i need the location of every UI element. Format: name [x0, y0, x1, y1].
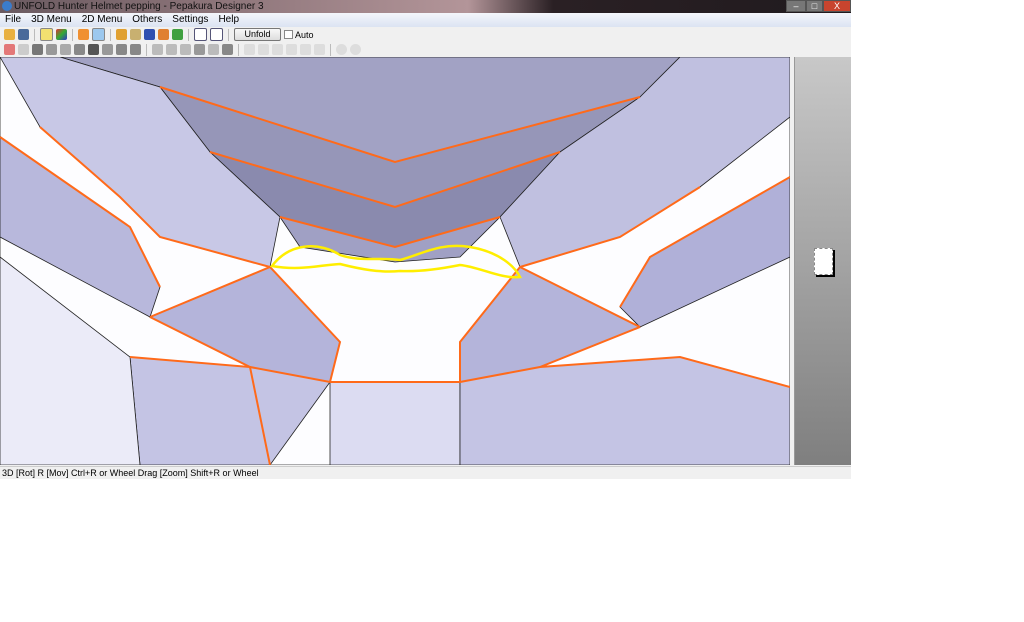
separator: [110, 28, 111, 41]
2d-viewport[interactable]: [794, 57, 851, 465]
split-view-icon[interactable]: [194, 28, 207, 41]
unfold-button[interactable]: Unfold: [234, 28, 281, 41]
menu-help[interactable]: Help: [213, 13, 244, 27]
select-icon[interactable]: [172, 29, 183, 40]
auto-checkbox[interactable]: Auto: [284, 30, 314, 40]
arrange-icon[interactable]: [166, 44, 177, 55]
separator: [330, 43, 331, 56]
title-bar: UNFOLD Hunter Helmet pepping - Pepakura …: [0, 0, 851, 13]
text-box-icon[interactable]: [208, 44, 219, 55]
toolbar-main: Unfold Auto: [0, 27, 851, 42]
separator: [72, 28, 73, 41]
menu-settings[interactable]: Settings: [167, 13, 213, 27]
cylinder-icon[interactable]: [130, 29, 141, 40]
separator: [188, 28, 189, 41]
image-icon[interactable]: [88, 44, 99, 55]
3d-viewport[interactable]: [0, 57, 790, 465]
minimize-button[interactable]: –: [786, 0, 806, 12]
align-center-icon[interactable]: [258, 44, 269, 55]
edit-icon[interactable]: [32, 44, 43, 55]
flap-icon[interactable]: [46, 44, 57, 55]
save-icon[interactable]: [18, 29, 29, 40]
text-icon[interactable]: [74, 44, 85, 55]
redo-icon[interactable]: [130, 44, 141, 55]
auto-label: Auto: [295, 29, 314, 40]
menu-2d[interactable]: 2D Menu: [77, 13, 128, 27]
cylinder-2d-icon[interactable]: [60, 44, 71, 55]
zoom-fit-icon[interactable]: [152, 44, 163, 55]
separator: [34, 28, 35, 41]
app-window: UNFOLD Hunter Helmet pepping - Pepakura …: [0, 0, 851, 479]
print-icon[interactable]: [222, 44, 233, 55]
select-2d-icon[interactable]: [4, 44, 15, 55]
window-title: UNFOLD Hunter Helmet pepping - Pepakura …: [14, 1, 264, 12]
status-bar: 3D [Rot] R [Mov] Ctrl+R or Wheel Drag [Z…: [0, 466, 851, 479]
menu-others[interactable]: Others: [127, 13, 167, 27]
move-icon[interactable]: [18, 44, 29, 55]
close-button[interactable]: X: [823, 0, 851, 12]
hand-icon[interactable]: [102, 44, 113, 55]
toolbar-2d: [0, 42, 851, 57]
align-middle-icon[interactable]: [300, 44, 311, 55]
pencil-icon[interactable]: [116, 29, 127, 40]
menu-file[interactable]: File: [0, 13, 26, 27]
light-icon[interactable]: [40, 28, 53, 41]
maximize-button[interactable]: □: [806, 0, 823, 12]
separator: [228, 28, 229, 41]
paper-page-icon: [814, 248, 833, 275]
app-icon: [2, 1, 12, 11]
3d-model: [0, 57, 790, 465]
page-icon[interactable]: [180, 44, 191, 55]
model-face: [329, 381, 461, 465]
menu-3d[interactable]: 3D Menu: [26, 13, 77, 27]
align-top-icon[interactable]: [286, 44, 297, 55]
align-right-icon[interactable]: [272, 44, 283, 55]
open-icon[interactable]: [4, 29, 15, 40]
single-view-icon[interactable]: [210, 28, 223, 41]
undo-icon[interactable]: [116, 44, 127, 55]
texture-icon[interactable]: [56, 29, 67, 40]
separator: [146, 43, 147, 56]
zoom-in-icon[interactable]: [336, 44, 347, 55]
anchor-icon[interactable]: [144, 29, 155, 40]
rotate-icon[interactable]: [78, 29, 89, 40]
align-left-icon[interactable]: [244, 44, 255, 55]
separator: [238, 43, 239, 56]
menu-bar: File 3D Menu 2D Menu Others Settings Hel…: [0, 13, 851, 27]
zoom-out-icon[interactable]: [350, 44, 361, 55]
view-icon[interactable]: [92, 28, 105, 41]
align-bottom-icon[interactable]: [314, 44, 325, 55]
join-icon[interactable]: [158, 29, 169, 40]
layout-icon[interactable]: [194, 44, 205, 55]
